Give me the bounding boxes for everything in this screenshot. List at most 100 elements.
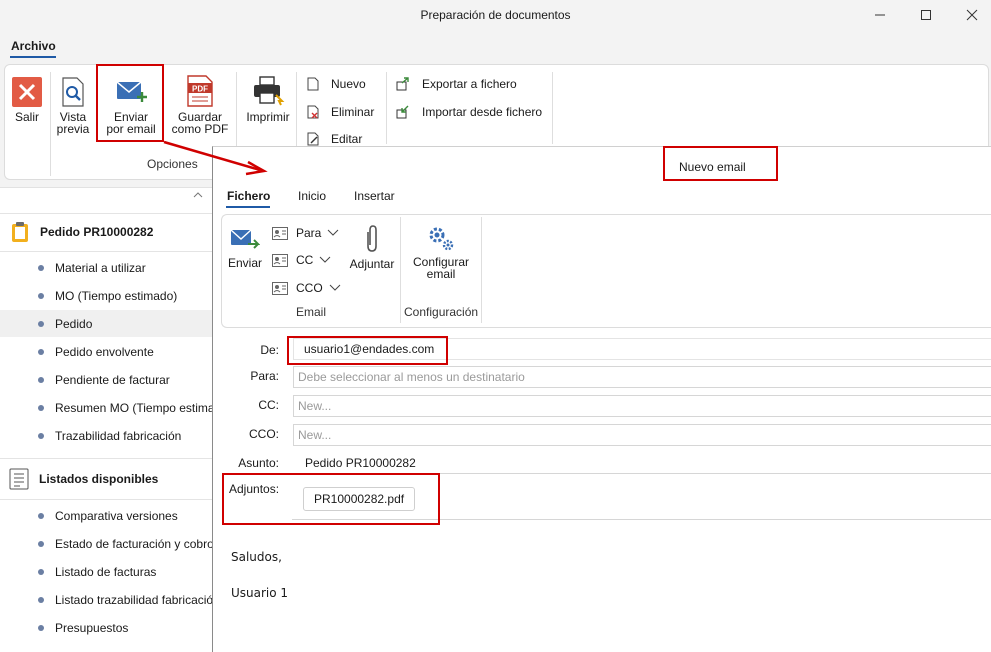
maximize-button[interactable] — [903, 4, 949, 26]
asunto-label: Asunto: — [238, 456, 279, 470]
cc-input[interactable]: New... — [293, 395, 991, 417]
para-input[interactable]: Debe seleccionar al menos un destinatari… — [293, 366, 991, 388]
chevron-down-icon — [319, 256, 331, 263]
divider — [386, 72, 387, 144]
list-item-label: MO (Tiempo estimado) — [55, 289, 178, 303]
section-pedido-header[interactable]: Pedido PR10000282 — [10, 221, 153, 243]
paperclip-icon — [367, 225, 377, 252]
imprimir-label: Imprimir — [246, 110, 290, 124]
maximize-icon — [921, 10, 931, 20]
exit-icon — [12, 77, 42, 107]
bullet-icon — [38, 541, 44, 547]
section-listados-header[interactable]: Listados disponibles — [8, 468, 158, 490]
divider — [481, 217, 482, 323]
divider — [0, 499, 212, 500]
tab-underline — [226, 206, 270, 208]
bullet-icon — [38, 377, 44, 383]
list-item-label: Pendiente de facturar — [55, 373, 170, 387]
adjuntar-button[interactable]: Adjuntar — [347, 224, 397, 270]
importar-button[interactable]: Importar desde fichero — [396, 103, 542, 121]
list-item[interactable]: Presupuestos — [38, 621, 128, 635]
list-item[interactable]: Trazabilidad fabricación — [38, 429, 181, 443]
nuevo-label: Nuevo — [331, 77, 366, 91]
delete-document-icon — [307, 105, 319, 119]
list-item[interactable]: Listado trazabilidad fabricación — [38, 593, 220, 607]
highlight-box-enviar — [96, 64, 164, 142]
collapse-button[interactable] — [192, 189, 204, 203]
list-item[interactable]: Resumen MO (Tiempo estima — [38, 401, 215, 415]
list-item[interactable]: Listado de facturas — [38, 565, 156, 579]
cco-placeholder: New... — [298, 428, 332, 442]
para-button[interactable]: Para — [272, 224, 339, 242]
cc-button[interactable]: CC — [272, 251, 331, 269]
tab-inicio[interactable]: Inicio — [298, 189, 326, 203]
salir-button[interactable]: Salir — [10, 77, 44, 123]
close-icon — [966, 9, 978, 21]
nuevo-button[interactable]: Nuevo — [307, 75, 366, 93]
asunto-input[interactable]: Pedido PR10000282 — [293, 452, 991, 474]
adjuntar-label: Adjuntar — [349, 257, 395, 271]
contact-card-icon — [272, 281, 288, 295]
list-item[interactable]: MO (Tiempo estimado) — [38, 289, 177, 303]
clipboard-icon — [12, 222, 28, 242]
selected-row-bg — [0, 310, 212, 337]
new-document-icon — [307, 77, 319, 91]
list-item[interactable]: Pedido — [38, 317, 92, 331]
imprimir-button[interactable]: Imprimir — [242, 75, 294, 123]
configurar-email-button[interactable]: Configurar email — [407, 224, 475, 280]
minimize-button[interactable] — [857, 4, 903, 26]
editar-label: Editar — [331, 132, 363, 146]
tab-insertar[interactable]: Insertar — [354, 189, 395, 203]
list-item-label: Pedido envolvente — [55, 345, 154, 359]
divider — [0, 458, 212, 459]
guardar-pdf-label-2: como PDF — [171, 122, 229, 136]
bullet-icon — [38, 265, 44, 271]
list-item[interactable]: Pendiente de facturar — [38, 373, 170, 387]
vista-previa-button[interactable]: Vista previa — [54, 77, 92, 135]
send-icon — [230, 229, 260, 249]
list-item-label: Listado trazabilidad fabricación — [55, 593, 220, 607]
list-item[interactable]: Material a utilizar — [38, 261, 146, 275]
exportar-label: Exportar a fichero — [422, 77, 517, 91]
tab-fichero[interactable]: Fichero — [227, 189, 270, 203]
minimize-icon — [875, 14, 885, 16]
bullet-icon — [38, 597, 44, 603]
body-line-1[interactable]: Saludos, — [231, 550, 282, 564]
configurar-label-2: email — [426, 267, 456, 281]
red-arrow-icon — [163, 140, 268, 176]
chevron-up-icon — [193, 192, 203, 198]
divider — [50, 72, 51, 176]
bullet-icon — [38, 625, 44, 631]
divider — [552, 72, 553, 144]
list-item[interactable]: Estado de facturación y cobro — [38, 537, 214, 551]
exportar-button[interactable]: Exportar a fichero — [396, 75, 517, 93]
importar-label: Importar desde fichero — [422, 105, 543, 119]
salir-label: Salir — [14, 110, 39, 124]
pdf-badge-text: PDF — [192, 85, 208, 94]
divider — [400, 217, 401, 323]
tab-archivo[interactable]: Archivo — [11, 39, 56, 53]
close-button[interactable] — [949, 4, 991, 26]
gears-icon — [429, 227, 454, 251]
divider — [0, 213, 212, 214]
contact-card-icon — [272, 253, 288, 267]
body-line-2[interactable]: Usuario 1 — [231, 586, 288, 600]
group-label-configuracion: Configuración — [404, 305, 479, 319]
eliminar-button[interactable]: Eliminar — [307, 103, 374, 121]
list-item-label: Comparativa versiones — [55, 509, 178, 523]
bullet-icon — [38, 293, 44, 299]
bullet-icon — [38, 349, 44, 355]
preview-icon — [62, 77, 84, 107]
list-item[interactable]: Comparativa versiones — [38, 509, 178, 523]
import-icon — [396, 105, 409, 119]
list-item-label: Listado de facturas — [55, 565, 157, 579]
cco-button[interactable]: CCO — [272, 279, 341, 297]
list-item[interactable]: Pedido envolvente — [38, 345, 154, 359]
cc-field-label: CC: — [258, 398, 279, 412]
cco-input[interactable]: New... — [293, 424, 991, 446]
enviar-button[interactable]: Enviar — [225, 227, 265, 269]
guardar-pdf-button[interactable]: PDF Guardar como PDF — [168, 75, 232, 135]
eliminar-label: Eliminar — [331, 105, 375, 119]
bullet-icon — [38, 405, 44, 411]
section-listados-title: Listados disponibles — [39, 472, 159, 486]
